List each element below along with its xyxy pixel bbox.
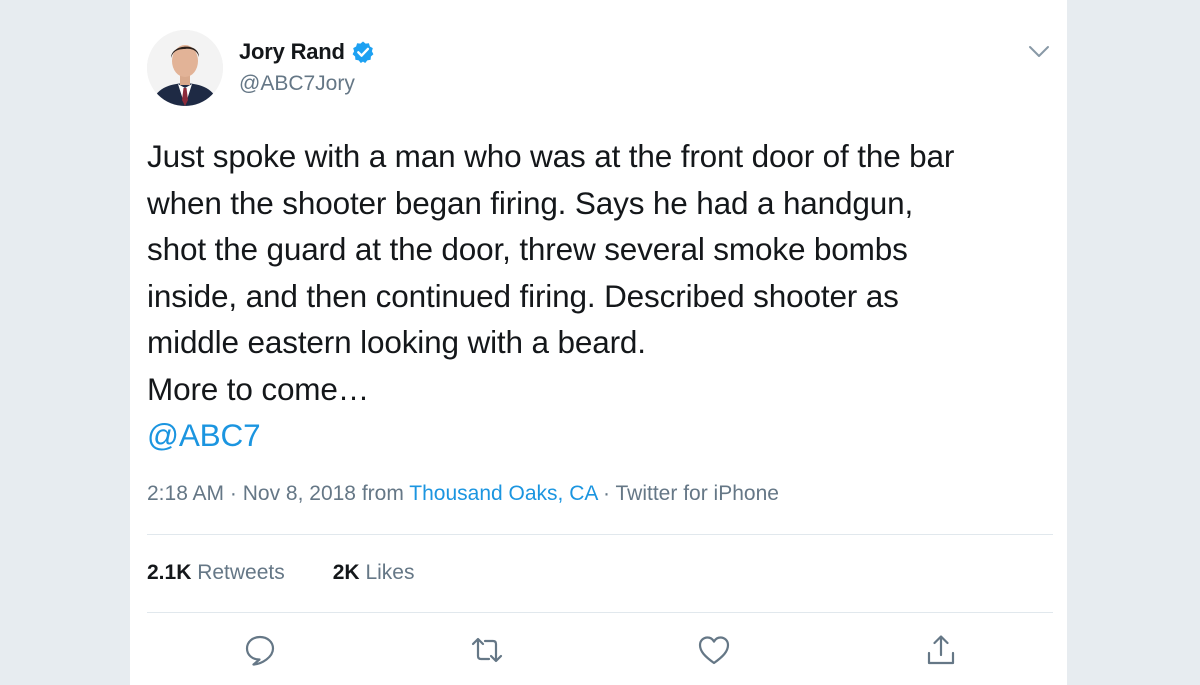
likes-count: 2K xyxy=(332,561,360,584)
meta-separator: · xyxy=(224,482,243,505)
verified-badge-icon xyxy=(351,40,375,64)
tweet-client: Twitter for iPhone xyxy=(615,482,779,505)
mention-link[interactable]: @ABC7 xyxy=(147,412,1047,459)
chevron-down-icon[interactable] xyxy=(1027,44,1051,60)
action-bar xyxy=(130,632,1067,672)
author-name-row[interactable]: Jory Rand xyxy=(239,39,375,65)
author-handle[interactable]: @ABC7Jory xyxy=(239,72,355,96)
tweet-time[interactable]: 2:18 AM xyxy=(147,482,224,505)
heart-icon[interactable] xyxy=(696,632,732,668)
tweet-text-line: when the shooter began firing. Says he h… xyxy=(147,184,914,221)
retweets-stat[interactable]: 2.1K Retweets xyxy=(147,561,285,585)
tweet-text-line: Just spoke with a man who was at the fro… xyxy=(147,138,955,174)
likes-label: Likes xyxy=(365,561,415,584)
tweet-text: Just spoke with a man who was at the fro… xyxy=(147,133,1047,459)
retweets-label: Retweets xyxy=(197,561,285,584)
meta-separator: · xyxy=(597,482,616,505)
tweet-text-line: middle eastern looking with a beard. xyxy=(147,324,646,360)
tweet-text-line: inside, and then continued firing. Descr… xyxy=(147,277,899,314)
tweet-text-line: More to come… xyxy=(147,370,370,407)
tweet-card: Jory Rand @ABC7Jory Just spoke with a ma… xyxy=(130,0,1067,685)
retweets-count: 2.1K xyxy=(147,561,192,584)
engagement-stats: 2.1K Retweets 2K Likes xyxy=(147,561,414,585)
divider xyxy=(147,534,1053,535)
meta-from: from xyxy=(355,482,410,505)
divider xyxy=(147,612,1053,613)
tweet-meta: 2:18 AM · Nov 8, 2018 from Thousand Oaks… xyxy=(147,482,779,506)
reply-icon[interactable] xyxy=(242,632,278,668)
tweet-date[interactable]: Nov 8, 2018 xyxy=(243,482,356,505)
retweet-icon[interactable] xyxy=(469,632,505,668)
likes-stat[interactable]: 2K Likes xyxy=(333,561,415,585)
share-icon[interactable] xyxy=(923,632,959,668)
author-display-name[interactable]: Jory Rand xyxy=(239,39,345,65)
profile-photo xyxy=(147,30,223,106)
tweet-text-line: shot the guard at the door, threw severa… xyxy=(147,231,908,267)
location-link[interactable]: Thousand Oaks, CA xyxy=(409,482,597,505)
avatar[interactable] xyxy=(147,30,223,106)
